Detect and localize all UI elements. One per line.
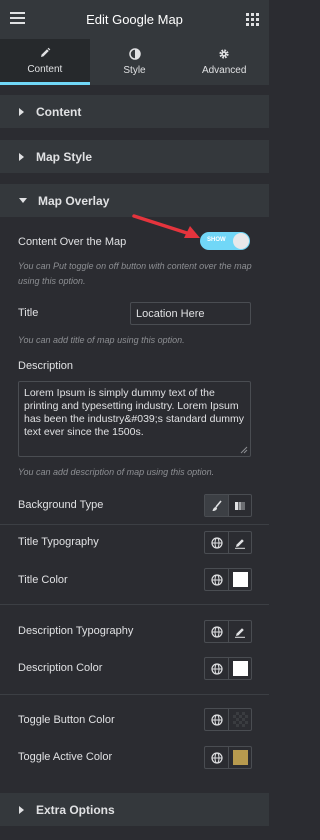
global-color-button[interactable] <box>205 709 228 730</box>
widgets-grid-icon[interactable] <box>246 13 259 26</box>
global-typography-button[interactable] <box>205 621 228 642</box>
resize-handle-icon[interactable] <box>240 446 248 454</box>
section-map-overlay-label: Map Overlay <box>38 193 110 208</box>
editor-header: Edit Google Map <box>0 0 269 39</box>
tab-advanced-label: Advanced <box>201 65 247 76</box>
color-swatch <box>232 661 248 676</box>
toggle-active-color-picker[interactable] <box>228 747 251 768</box>
tab-content[interactable]: Content <box>0 39 90 85</box>
description-color-label: Description Color <box>18 662 103 674</box>
section-extra-options[interactable]: Extra Options <box>0 793 269 826</box>
contrast-icon <box>128 48 141 60</box>
description-label: Description <box>18 360 74 372</box>
toggle-active-color-controls <box>204 746 252 769</box>
section-extra-options-label: Extra Options <box>36 802 115 817</box>
globe-icon <box>210 536 223 549</box>
toggle-button-color-controls <box>204 708 252 731</box>
divider <box>0 604 269 605</box>
title-color-picker[interactable] <box>228 569 251 590</box>
tab-advanced[interactable]: Advanced <box>179 39 269 85</box>
panel-title: Edit Google Map <box>86 12 183 27</box>
toggle-button-color-label: Toggle Button Color <box>18 714 115 726</box>
background-classic-button[interactable] <box>205 495 228 516</box>
title-label: Title <box>18 307 39 319</box>
global-color-button[interactable] <box>205 658 228 679</box>
globe-icon <box>210 662 223 675</box>
color-swatch <box>232 572 248 587</box>
title-typography-controls <box>204 531 252 554</box>
hamburger-menu-icon[interactable] <box>10 12 25 24</box>
toggle-button-color-picker[interactable] <box>228 709 251 730</box>
toggle-active-color-label: Toggle Active Color <box>18 751 113 763</box>
title-typography-label: Title Typography <box>18 536 99 548</box>
tab-style-label: Style <box>123 65 146 76</box>
caret-down-icon <box>19 198 27 203</box>
section-map-style[interactable]: Map Style <box>0 140 269 173</box>
tab-style[interactable]: Style <box>90 39 180 85</box>
global-color-button[interactable] <box>205 569 228 590</box>
description-color-controls <box>204 657 252 680</box>
title-input[interactable]: Location Here <box>130 302 251 325</box>
content-over-map-toggle[interactable]: SHOW <box>200 232 250 250</box>
annotation-arrow-icon <box>132 214 200 238</box>
globe-icon <box>210 751 223 764</box>
description-textarea[interactable]: Lorem Ipsum is simply dummy text of the … <box>18 381 251 457</box>
description-help: You can add description of map using thi… <box>18 467 215 477</box>
section-map-style-label: Map Style <box>36 149 93 164</box>
section-content[interactable]: Content <box>0 95 269 128</box>
divider <box>0 694 269 695</box>
gear-icon <box>219 49 229 59</box>
edit-typography-button[interactable] <box>228 532 251 553</box>
transparent-swatch <box>232 712 248 727</box>
title-color-label: Title Color <box>18 574 68 586</box>
background-type-label: Background Type <box>18 499 104 511</box>
panel-tabs: Content Style Advanced <box>0 39 269 85</box>
globe-icon <box>210 573 223 586</box>
toggle-knob <box>233 233 249 249</box>
description-color-picker[interactable] <box>228 658 251 679</box>
globe-icon <box>210 713 223 726</box>
divider <box>0 524 269 525</box>
content-over-map-help: You can Put toggle on off button with co… <box>18 261 252 286</box>
color-swatch <box>232 750 248 765</box>
tab-content-label: Content <box>27 63 63 75</box>
gradient-icon <box>235 501 245 510</box>
toggle-text: SHOW <box>207 237 226 243</box>
background-gradient-button[interactable] <box>228 495 251 516</box>
content-over-map-label: Content Over the Map <box>18 236 127 248</box>
section-content-label: Content <box>36 104 82 119</box>
edit-typography-button[interactable] <box>228 621 251 642</box>
background-type-choices <box>204 494 252 517</box>
title-color-controls <box>204 568 252 591</box>
caret-right-icon <box>19 805 24 814</box>
pencil-icon <box>235 627 245 638</box>
caret-right-icon <box>19 152 24 161</box>
globe-icon <box>210 625 223 638</box>
caret-right-icon <box>19 107 24 116</box>
description-typography-label: Description Typography <box>18 625 134 637</box>
global-typography-button[interactable] <box>205 532 228 553</box>
pencil-icon <box>40 47 51 57</box>
description-typography-controls <box>204 620 252 643</box>
pencil-icon <box>235 538 245 549</box>
title-help: You can add title of map using this opti… <box>18 335 185 345</box>
global-color-button[interactable] <box>205 747 228 768</box>
brush-icon <box>212 499 222 511</box>
description-text: Lorem Ipsum is simply dummy text of the … <box>24 387 245 438</box>
